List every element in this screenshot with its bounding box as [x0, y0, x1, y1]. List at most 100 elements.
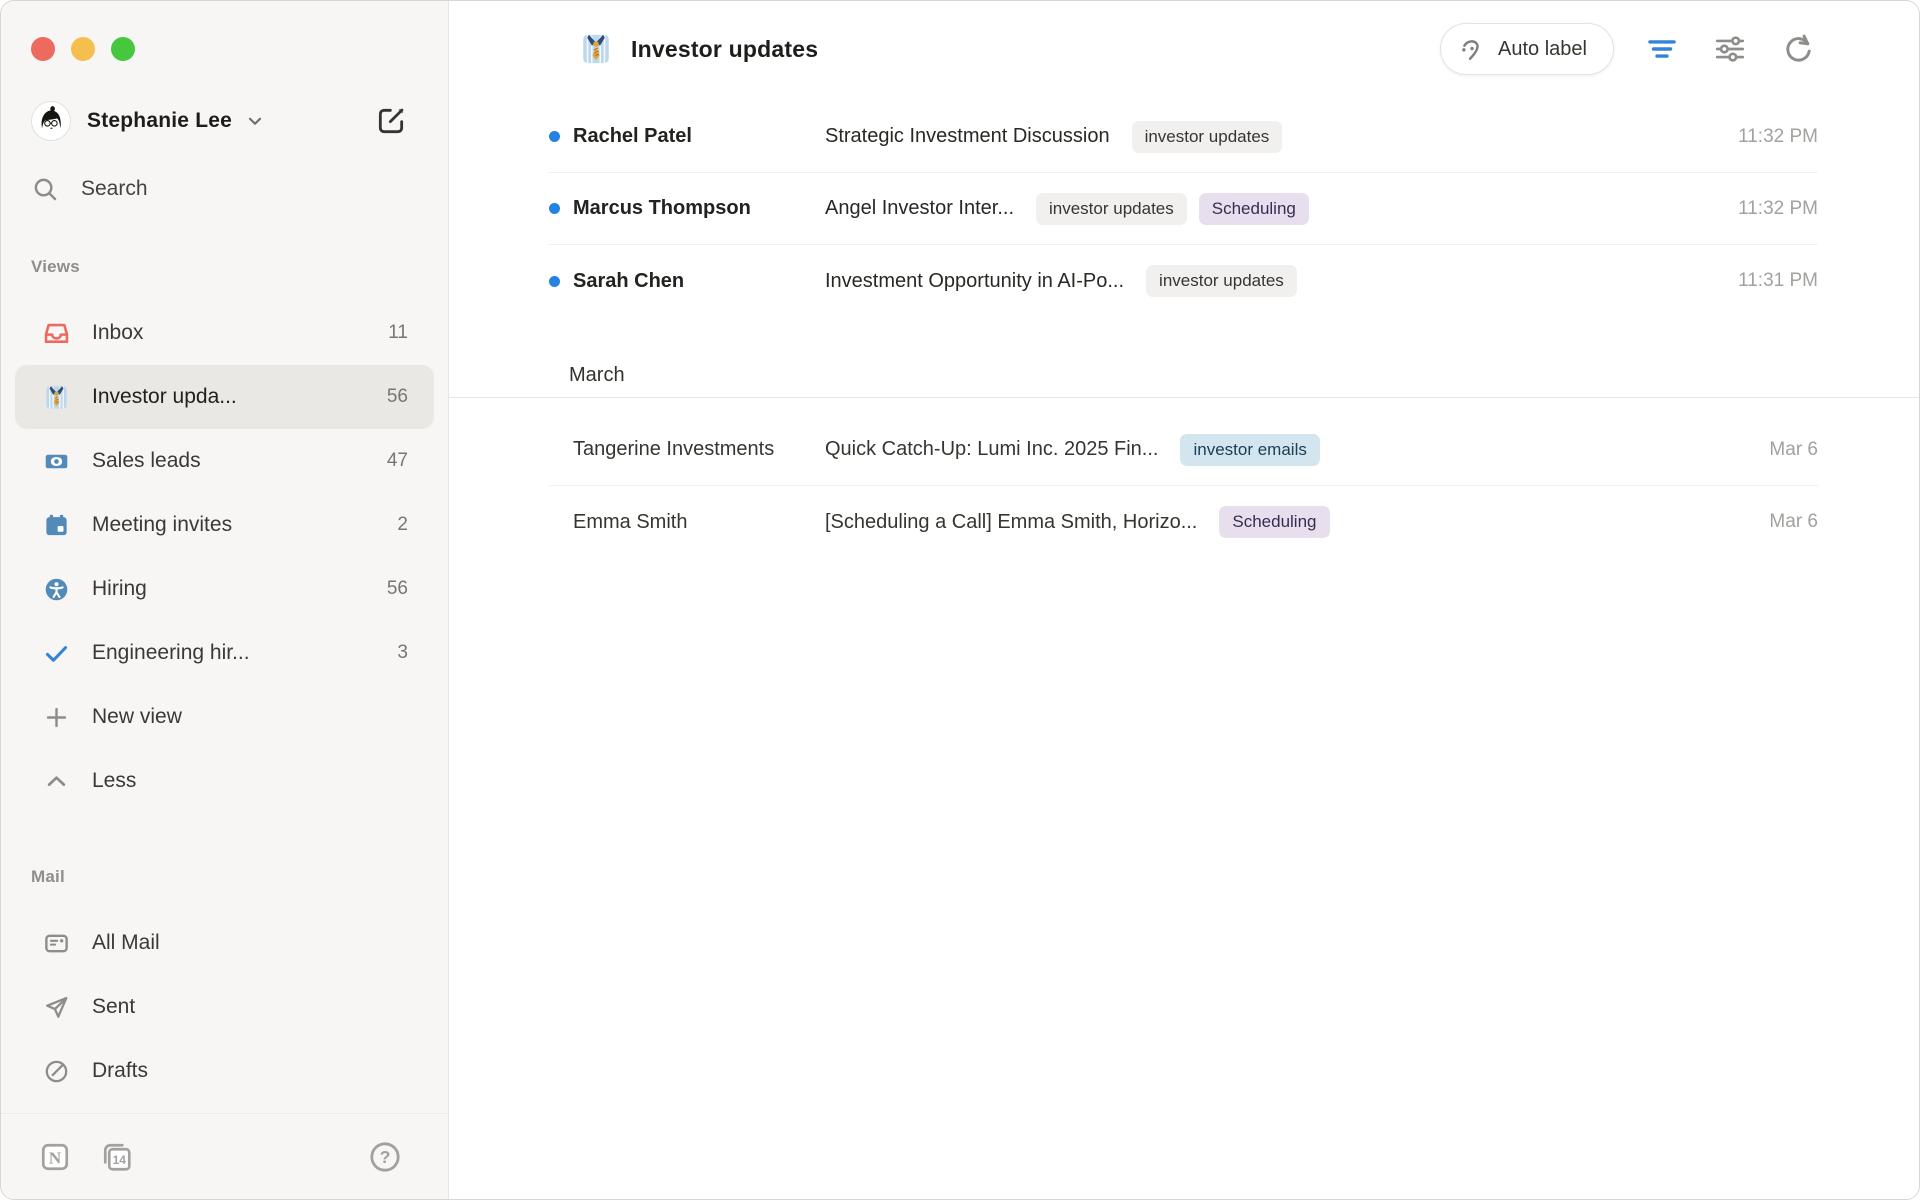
email-row[interactable]: Emma Smith[Scheduling a Call] Emma Smith…	[549, 486, 1818, 558]
sidebar-item-investor-upda[interactable]: Investor upda... 56	[15, 365, 434, 429]
necktie-icon	[579, 32, 613, 66]
main-panel: Investor updates Auto label	[449, 1, 1919, 1199]
avatar	[31, 101, 71, 141]
send-icon	[41, 994, 71, 1021]
sidebar-item-label: New view	[92, 705, 182, 729]
email-row[interactable]: Tangerine InvestmentsQuick Catch-Up: Lum…	[549, 414, 1818, 486]
email-row[interactable]: Sarah ChenInvestment Opportunity in AI-P…	[549, 245, 1818, 317]
sidebar-item-new-view[interactable]: New view	[15, 685, 434, 749]
sidebar-item-label: Investor upda...	[92, 385, 237, 409]
sidebar-item-all-mail[interactable]: All Mail	[15, 911, 434, 975]
sidebar-item-count: 2	[397, 514, 408, 536]
window-controls	[1, 1, 448, 61]
auto-label-button[interactable]: Auto label	[1440, 23, 1614, 75]
email-sender: Marcus Thompson	[573, 197, 825, 220]
notion-calendar-icon[interactable]: 14	[101, 1141, 133, 1173]
email-time: 11:32 PM	[1738, 126, 1818, 148]
sidebar-item-count: 3	[397, 642, 408, 664]
sidebar-item-count: 11	[388, 322, 408, 344]
sidebar-item-sent[interactable]: Sent	[15, 975, 434, 1039]
sidebar-footer: N 14 ?	[1, 1113, 448, 1199]
svg-text:14: 14	[113, 1153, 127, 1167]
minimize-button[interactable]	[71, 37, 95, 61]
user-name: Stephanie Lee	[87, 109, 232, 133]
close-button[interactable]	[31, 37, 55, 61]
help-icon[interactable]: ?	[368, 1140, 402, 1174]
inbox-icon	[41, 320, 71, 347]
email-subject: Quick Catch-Up: Lumi Inc. 2025 Fin...	[825, 438, 1158, 461]
sidebar-item-label: Sent	[92, 995, 135, 1019]
view-title: Investor updates	[631, 36, 818, 63]
date-group-label: March	[549, 353, 1818, 397]
auto-label-text: Auto label	[1498, 38, 1587, 61]
display-settings-button[interactable]	[1710, 29, 1750, 69]
search-label: Search	[81, 177, 148, 201]
sidebar-item-label: Less	[92, 769, 136, 793]
sidebar-item-meeting-invites[interactable]: Meeting invites 2	[15, 493, 434, 557]
email-time: Mar 6	[1769, 439, 1818, 461]
email-row[interactable]: Marcus ThompsonAngel Investor Inter... in…	[549, 173, 1818, 245]
sidebar-item-less[interactable]: Less	[15, 749, 434, 813]
sidebar-item-label: Sales leads	[92, 449, 201, 473]
accessibility-icon	[41, 576, 71, 603]
compose-button[interactable]	[375, 105, 407, 137]
sidebar-item-engineering-hir[interactable]: Engineering hir... 3	[15, 621, 434, 685]
email-sender: Tangerine Investments	[573, 438, 825, 461]
sidebar-item-label: Hiring	[92, 577, 147, 601]
allmail-icon	[41, 930, 71, 957]
section-label-mail: Mail	[1, 867, 448, 887]
account-switcher[interactable]: Stephanie Lee	[31, 101, 407, 141]
email-time: 11:32 PM	[1738, 198, 1818, 220]
svg-text:?: ?	[380, 1147, 391, 1167]
unread-dot	[549, 131, 560, 142]
email-subject: Angel Investor Inter...	[825, 197, 1014, 220]
email-subject: Strategic Investment Discussion	[825, 125, 1110, 148]
email-time: 11:31 PM	[1738, 270, 1818, 292]
necktie-icon	[41, 384, 71, 411]
refresh-button[interactable]	[1778, 29, 1818, 69]
sidebar-item-drafts[interactable]: Drafts	[15, 1039, 434, 1103]
label-tag-scheduling[interactable]: Scheduling	[1199, 193, 1309, 225]
notion-icon[interactable]: N	[39, 1141, 71, 1173]
plus-icon	[41, 704, 71, 731]
sidebar-item-count: 56	[387, 386, 408, 408]
email-sender: Sarah Chen	[573, 270, 825, 293]
sidebar-item-label: Inbox	[92, 321, 143, 345]
sidebar-item-inbox[interactable]: Inbox 11	[15, 301, 434, 365]
label-tag-investor-emails[interactable]: investor emails	[1180, 434, 1319, 466]
zoom-button[interactable]	[111, 37, 135, 61]
sidebar-nav: ViewsInbox11Investor upda...56Sales lead…	[1, 257, 448, 1103]
label-tag-investor-updates[interactable]: investor updates	[1036, 193, 1187, 225]
sidebar-item-count: 47	[387, 450, 408, 472]
email-subject: Investment Opportunity in AI-Po...	[825, 270, 1124, 293]
sidebar-item-label: Engineering hir...	[92, 641, 250, 665]
sidebar: Stephanie Lee Search ViewsInbox11Investo…	[1, 1, 449, 1199]
chevron-down-icon	[244, 110, 266, 132]
email-sender: Emma Smith	[573, 511, 825, 534]
search-button[interactable]: Search	[31, 175, 418, 203]
chevron-up-icon	[41, 768, 71, 795]
unread-dot	[549, 203, 560, 214]
unread-dot	[549, 276, 560, 287]
email-sender: Rachel Patel	[573, 125, 825, 148]
banknote-icon	[41, 448, 71, 475]
email-row[interactable]: Rachel PatelStrategic Investment Discuss…	[549, 101, 1818, 173]
search-icon	[31, 175, 59, 203]
sidebar-item-hiring[interactable]: Hiring 56	[15, 557, 434, 621]
label-tag-investor-updates[interactable]: investor updates	[1132, 121, 1283, 153]
calendar-icon	[41, 512, 71, 539]
svg-text:N: N	[49, 1148, 62, 1167]
checkmark-icon	[41, 640, 71, 667]
filter-button[interactable]	[1642, 29, 1682, 69]
app-window: Stephanie Lee Search ViewsInbox11Investo…	[0, 0, 1920, 1200]
sidebar-item-label: Drafts	[92, 1059, 148, 1083]
sidebar-item-label: Meeting invites	[92, 513, 232, 537]
email-subject: [Scheduling a Call] Emma Smith, Horizo..…	[825, 511, 1197, 534]
email-list: Rachel PatelStrategic Investment Discuss…	[549, 101, 1818, 558]
sidebar-item-sales-leads[interactable]: Sales leads 47	[15, 429, 434, 493]
label-tag-scheduling[interactable]: Scheduling	[1219, 506, 1329, 538]
view-header: Investor updates Auto label	[549, 1, 1818, 97]
sidebar-item-count: 56	[387, 578, 408, 600]
email-time: Mar 6	[1769, 511, 1818, 533]
label-tag-investor-updates[interactable]: investor updates	[1146, 265, 1297, 297]
